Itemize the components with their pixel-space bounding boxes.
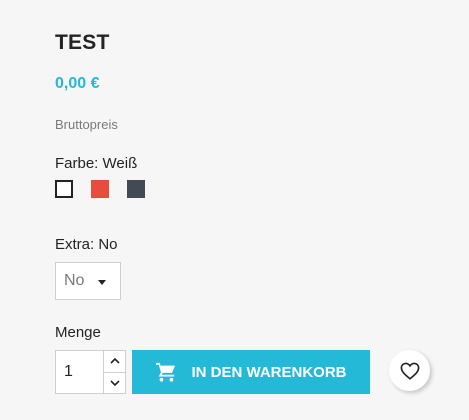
product-price: 0,00 € bbox=[55, 75, 100, 92]
add-to-cart-label: IN DEN WARENKORB bbox=[191, 363, 347, 381]
extra-variant-label: Extra: No bbox=[55, 236, 118, 253]
swatch-red[interactable] bbox=[91, 180, 109, 198]
swatch-white[interactable] bbox=[55, 180, 73, 198]
tax-label: Bruttopreis bbox=[55, 117, 118, 132]
chevron-down-icon bbox=[109, 380, 120, 386]
quantity-decrease-button[interactable] bbox=[104, 373, 125, 394]
quantity-increase-button[interactable] bbox=[104, 351, 125, 373]
heart-outline-icon bbox=[400, 362, 419, 380]
extra-select-value: No bbox=[64, 272, 85, 289]
quantity-arrows bbox=[103, 351, 125, 393]
shopping-cart-icon bbox=[155, 362, 177, 382]
color-swatches bbox=[55, 180, 163, 198]
quantity-stepper bbox=[55, 350, 126, 394]
swatch-gray[interactable] bbox=[127, 180, 145, 198]
product-title: TEST bbox=[55, 31, 110, 54]
color-variant-label: Farbe: Weiß bbox=[55, 155, 138, 172]
wishlist-button[interactable] bbox=[389, 350, 430, 391]
add-to-cart-button[interactable]: IN DEN WARENKORB bbox=[132, 350, 370, 394]
quantity-input[interactable] bbox=[56, 351, 103, 393]
caret-down-icon bbox=[98, 280, 106, 285]
extra-select[interactable]: No bbox=[55, 262, 121, 300]
chevron-up-icon bbox=[109, 358, 120, 364]
quantity-label: Menge bbox=[55, 324, 101, 341]
